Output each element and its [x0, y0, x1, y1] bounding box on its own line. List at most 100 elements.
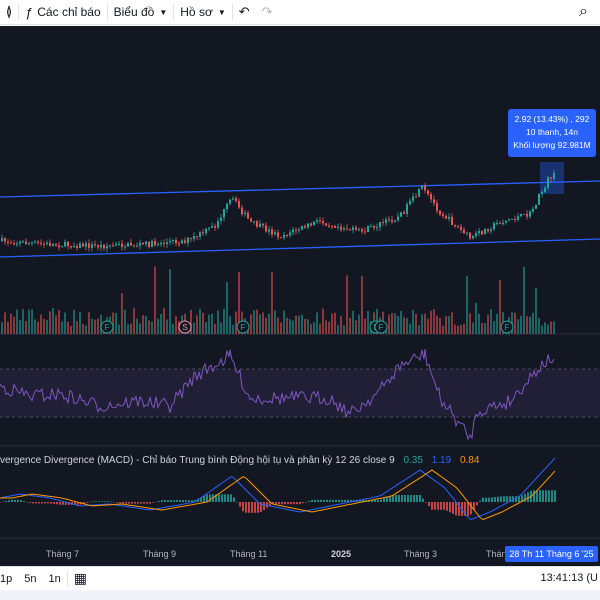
- candle-body: [106, 246, 108, 249]
- macd-histogram-bar: [440, 502, 442, 510]
- candle-body: [253, 221, 255, 223]
- macd-histogram-bar: [335, 499, 337, 502]
- volume-bar: [307, 319, 309, 334]
- volume-bar: [7, 321, 9, 334]
- macd-histogram-bar: [494, 497, 496, 502]
- volume-bar: [337, 325, 339, 334]
- chart-canvas[interactable]: FSFFFF 2.92 (13.43%) , 292 10 thanh, 14n…: [0, 26, 600, 566]
- candle-body: [208, 227, 210, 229]
- volume-bar: [325, 320, 327, 334]
- candle-body: [25, 241, 27, 245]
- macd-histogram-bar: [401, 494, 403, 502]
- volume-bar: [454, 324, 456, 334]
- candle-body: [493, 223, 495, 230]
- candle-body: [193, 236, 195, 239]
- candle-body: [358, 229, 360, 231]
- volume-bar: [169, 269, 171, 334]
- macd-histogram-bar: [374, 499, 376, 502]
- macd-histogram-bar: [491, 497, 493, 502]
- volume-bar: [361, 275, 363, 334]
- candle-body: [34, 241, 36, 243]
- volume-bar: [79, 312, 81, 334]
- candle-body: [283, 234, 285, 238]
- macd-histogram-bar: [395, 494, 397, 502]
- candle-body: [310, 223, 312, 226]
- candle-body: [187, 237, 189, 243]
- volume-bar: [208, 314, 210, 334]
- volume-bar: [391, 313, 393, 334]
- macd-histogram-bar: [110, 501, 112, 502]
- macd-histogram-bar: [257, 502, 259, 513]
- candle-body: [520, 213, 522, 217]
- macd-histogram-bar: [191, 500, 193, 502]
- candle-body: [469, 232, 471, 239]
- candle-body: [460, 226, 462, 230]
- search-button[interactable]: ⌕: [573, 0, 594, 25]
- volume-bar: [367, 310, 369, 334]
- range-button-1p[interactable]: 1p: [0, 573, 18, 585]
- macd-legend[interactable]: vergence Divergence (MACD) - Chỉ báo Tru…: [0, 455, 479, 466]
- candle-body: [100, 244, 102, 248]
- volume-bar: [46, 320, 48, 334]
- chevron-down-icon: ▼: [217, 7, 226, 17]
- volume-bar: [31, 309, 33, 334]
- macd-histogram-bar: [314, 499, 316, 502]
- chart-menu-button[interactable]: Biểu đồ ▼: [108, 0, 174, 25]
- candle-body: [451, 216, 453, 225]
- candle-body: [229, 199, 231, 204]
- candle-body: [160, 242, 162, 245]
- volume-bar: [115, 312, 117, 334]
- macd-histogram-bar: [296, 502, 298, 505]
- volume-bar: [352, 310, 354, 334]
- redo-button[interactable]: ↷: [256, 0, 279, 25]
- indicators-button[interactable]: ƒ Các chỉ báo: [19, 0, 107, 25]
- range-button-5n[interactable]: 5n: [18, 573, 42, 585]
- candle-body: [376, 227, 378, 229]
- macd-histogram-bar: [428, 502, 430, 507]
- volume-bar: [175, 316, 177, 334]
- macd-histogram-bar: [134, 502, 136, 504]
- volume-bar: [88, 312, 90, 334]
- range-button-1n[interactable]: 1n: [43, 573, 67, 585]
- volume-bar: [517, 319, 519, 334]
- chart-svg[interactable]: FSFFFF: [0, 26, 600, 566]
- macd-histogram-bar: [548, 490, 550, 502]
- candle-body: [355, 227, 357, 230]
- volume-bar: [427, 318, 429, 334]
- volume-bar: [319, 323, 321, 334]
- macd-histogram-bar: [170, 500, 172, 502]
- candle-body: [220, 217, 222, 222]
- macd-histogram-bar: [455, 502, 457, 516]
- volume-bar: [283, 310, 285, 334]
- macd-histogram-bar: [167, 500, 169, 502]
- macd-histogram-bar: [158, 500, 160, 502]
- macd-histogram-bar: [554, 490, 556, 502]
- candle-body: [79, 243, 81, 249]
- macd-histogram-bar: [305, 502, 307, 503]
- candle-body: [439, 210, 441, 215]
- macd-histogram-bar: [29, 502, 31, 503]
- volume-bar: [82, 324, 84, 334]
- candle-body: [49, 242, 51, 247]
- undo-button[interactable]: ↶: [233, 0, 256, 25]
- calendar-icon[interactable]: ▦: [68, 570, 93, 587]
- volume-bar: [469, 313, 471, 334]
- macd-histogram-bar: [20, 500, 22, 502]
- volume-bar: [211, 313, 213, 334]
- candle-body: [526, 213, 528, 217]
- macd-histogram-bar: [299, 502, 301, 505]
- volume-bar: [478, 313, 480, 334]
- volume-bar: [274, 310, 276, 334]
- compare-button[interactable]: ≬: [0, 0, 18, 25]
- macd-histogram-bar: [293, 502, 295, 505]
- volume-bar: [262, 312, 264, 334]
- candle-body: [277, 232, 279, 238]
- macd-histogram-bar: [2, 501, 4, 502]
- volume-bar: [268, 313, 270, 334]
- profile-menu-button[interactable]: Hồ sơ ▼: [174, 0, 231, 25]
- macd-histogram-bar: [500, 496, 502, 502]
- volume-bar: [121, 292, 123, 334]
- candle-body: [1, 238, 3, 241]
- candle-body: [166, 242, 168, 244]
- volume-bar: [13, 316, 15, 334]
